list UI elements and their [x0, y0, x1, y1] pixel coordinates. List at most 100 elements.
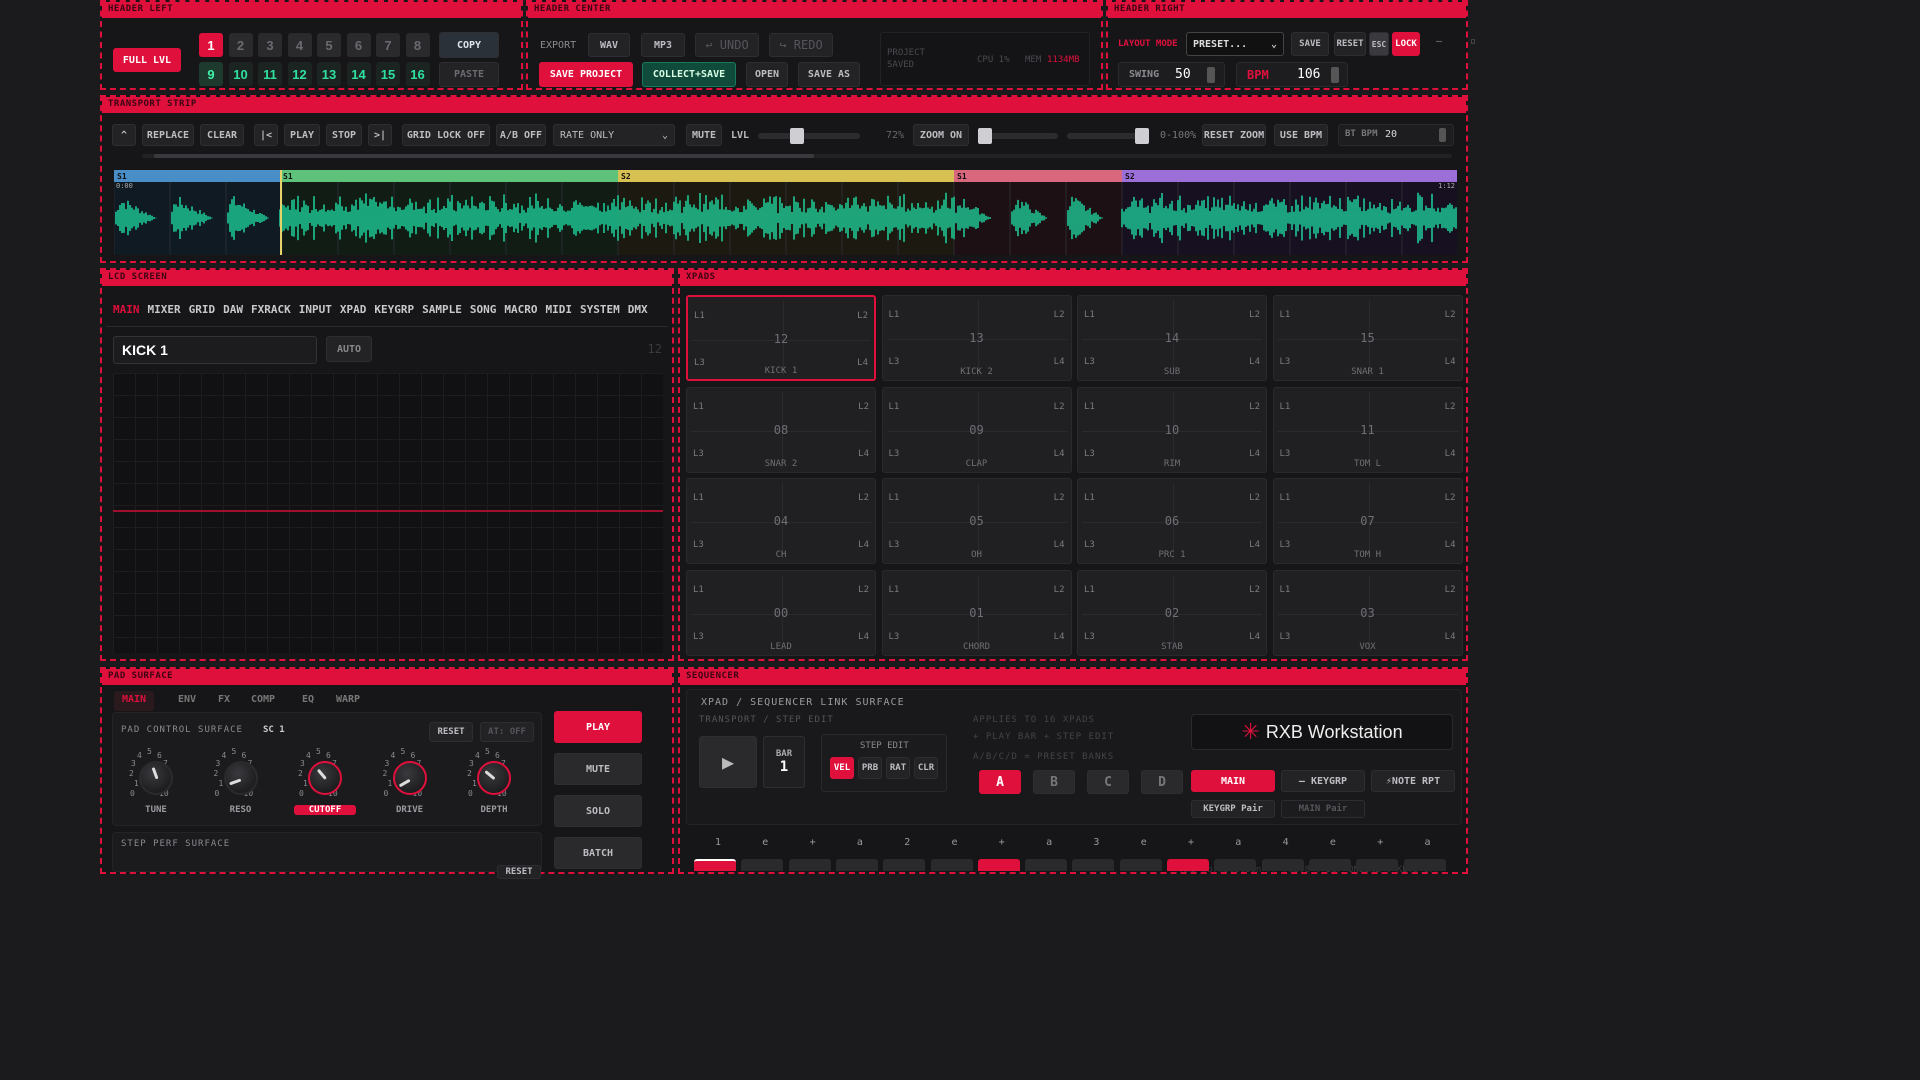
bank-button-6[interactable]: 6 [346, 33, 371, 57]
bank-button-1[interactable]: 1 [199, 33, 223, 57]
bank-button-12[interactable]: 12 [287, 62, 312, 86]
step-16[interactable] [1403, 859, 1446, 871]
step-15[interactable] [1356, 859, 1399, 871]
lcd-display[interactable] [113, 373, 663, 653]
xpad-08[interactable]: L1 L2 L3 L4 08 SNAR 2 [686, 386, 876, 473]
zoom-max-handle[interactable] [1135, 128, 1149, 144]
bank-button-5[interactable]: 5 [317, 33, 341, 57]
collect-save-button[interactable]: COLLECT+SAVE [642, 62, 736, 87]
step-12[interactable] [1214, 859, 1257, 871]
segment-bar[interactable] [954, 170, 1122, 182]
xpad-06[interactable]: L1 L2 L3 L4 06 PRC 1 [1077, 478, 1267, 564]
lcd-tab-daw[interactable]: DAW [223, 303, 243, 316]
step-vel-button[interactable]: VEL [830, 757, 854, 779]
pad-tab-eq[interactable]: EQ [294, 691, 322, 711]
auto-button[interactable]: AUTO [326, 336, 372, 362]
lcd-tab-midi[interactable]: MIDI [546, 303, 573, 316]
bank-button-4[interactable]: 4 [287, 33, 312, 57]
save-as-button[interactable]: SAVE AS [798, 62, 860, 87]
lcd-tab-keygrp[interactable]: KEYGRP [374, 303, 414, 316]
use-bpm-button[interactable]: USE BPM [1274, 124, 1328, 146]
grid-lock-button[interactable]: GRID LOCK OFF [402, 124, 490, 146]
step-9[interactable] [1072, 859, 1115, 871]
reso-knob[interactable] [223, 761, 258, 795]
pad-play-button[interactable]: PLAY [554, 711, 642, 743]
step-7[interactable] [977, 859, 1020, 871]
step-1[interactable] [694, 859, 736, 871]
step-clr-button[interactable]: CLR [914, 757, 938, 779]
lcd-tab-main[interactable]: MAIN [113, 303, 140, 316]
pad-tab-main[interactable]: MAIN [114, 691, 155, 711]
lcd-tab-input[interactable]: INPUT [299, 303, 332, 316]
stop-button[interactable]: STOP [326, 124, 362, 146]
lcd-tab-grid[interactable]: GRID [189, 303, 216, 316]
go-end-button[interactable]: >| [368, 124, 392, 146]
collapse-button[interactable]: ^ [112, 124, 136, 146]
bpm-handle[interactable] [1331, 67, 1339, 83]
timeline-scroll-thumb[interactable] [154, 154, 814, 158]
preset-bank-b[interactable]: B [1033, 770, 1075, 794]
step-4[interactable] [835, 859, 878, 871]
zoom-min-handle[interactable] [978, 128, 992, 144]
minimize-icon[interactable]: — [1436, 36, 1442, 47]
pad-mute-button[interactable]: MUTE [554, 753, 642, 785]
note-repeat-button[interactable]: ⚡ NOTE RPT [1371, 770, 1455, 792]
lcd-tab-macro[interactable]: MACRO [504, 303, 537, 316]
pad-tab-env[interactable]: ENV [170, 691, 204, 711]
pad-solo-button[interactable]: SOLO [554, 795, 642, 827]
swing-handle[interactable] [1207, 67, 1215, 83]
bank-button-7[interactable]: 7 [376, 33, 400, 57]
wav-button[interactable]: WAV [588, 33, 630, 57]
preset-bank-a[interactable]: A [979, 770, 1021, 794]
xpad-12[interactable]: L1 L2 L3 L4 12 KICK 1 [686, 295, 876, 381]
drive-knob[interactable] [392, 761, 427, 795]
xpad-09[interactable]: L1 L2 L3 L4 09 CLAP [881, 386, 1072, 473]
bank-button-10[interactable]: 10 [228, 62, 253, 86]
pad-batch-button[interactable]: BATCH [554, 837, 642, 869]
xpad-05[interactable]: L1 L2 L3 L4 05 OH [881, 478, 1072, 564]
xpad-02[interactable]: L1 L2 L3 L4 02 STAB [1077, 569, 1267, 656]
pad-tab-comp[interactable]: COMP [243, 691, 283, 711]
bank-button-8[interactable]: 8 [405, 33, 430, 57]
waveform-view[interactable]: S1 S1 S2 S1 S2 0:00 1:12 [114, 170, 1457, 255]
lock-button[interactable]: LOCK [1392, 32, 1420, 56]
bt-bpm-handle[interactable] [1439, 128, 1446, 142]
lcd-tab-xpad[interactable]: XPAD [340, 303, 367, 316]
esc-button[interactable]: ESC [1369, 32, 1389, 56]
bpm-control[interactable]: BPM 106 [1236, 62, 1348, 87]
segment-bar[interactable] [280, 170, 618, 182]
xpad-04[interactable]: L1 L2 L3 L4 04 CH [686, 478, 876, 564]
timeline-scrollbar[interactable] [142, 154, 1452, 158]
step-8[interactable] [1025, 859, 1068, 871]
step-5[interactable] [883, 859, 926, 871]
preset-bank-c[interactable]: C [1087, 770, 1129, 794]
cutoff-knob[interactable] [308, 761, 342, 795]
step-prb-button[interactable]: PRB [858, 757, 882, 779]
clear-button[interactable]: CLEAR [200, 124, 244, 146]
segment-bar[interactable] [618, 170, 954, 182]
preset-bank-d[interactable]: D [1141, 770, 1183, 794]
segment-bar[interactable] [114, 170, 280, 182]
xpad-00[interactable]: L1 L2 L3 L4 00 LEAD [686, 569, 876, 656]
step-11[interactable] [1167, 859, 1209, 871]
main-pair-button[interactable]: MAIN Pair [1281, 800, 1365, 818]
bank-button-2[interactable]: 2 [228, 33, 253, 57]
window-restore-icon[interactable]: ▫ [1470, 36, 1476, 47]
replace-button[interactable]: REPLACE [142, 124, 194, 146]
depth-knob[interactable] [477, 761, 511, 795]
xpad-07[interactable]: L1 L2 L3 L4 07 TOM H [1272, 478, 1463, 564]
xpad-13[interactable]: L1 L2 L3 L4 13 KICK 2 [881, 295, 1072, 381]
pad-reset-button[interactable]: RESET [429, 722, 473, 742]
step-6[interactable] [930, 859, 973, 871]
copy-button[interactable]: COPY [439, 32, 499, 58]
keygrp-mode-button[interactable]: — KEYGRP [1281, 770, 1365, 792]
step-rat-button[interactable]: RAT [886, 757, 910, 779]
segment-bar[interactable] [1122, 170, 1457, 182]
step-13[interactable] [1261, 859, 1304, 871]
tune-knob[interactable] [139, 761, 173, 795]
lcd-tab-system[interactable]: SYSTEM [580, 303, 620, 316]
keygrp-pair-button[interactable]: KEYGRP Pair [1191, 800, 1275, 818]
level-slider-handle[interactable] [790, 128, 804, 144]
pad-tab-warp[interactable]: WARP [328, 691, 368, 711]
step-14[interactable] [1308, 859, 1351, 871]
